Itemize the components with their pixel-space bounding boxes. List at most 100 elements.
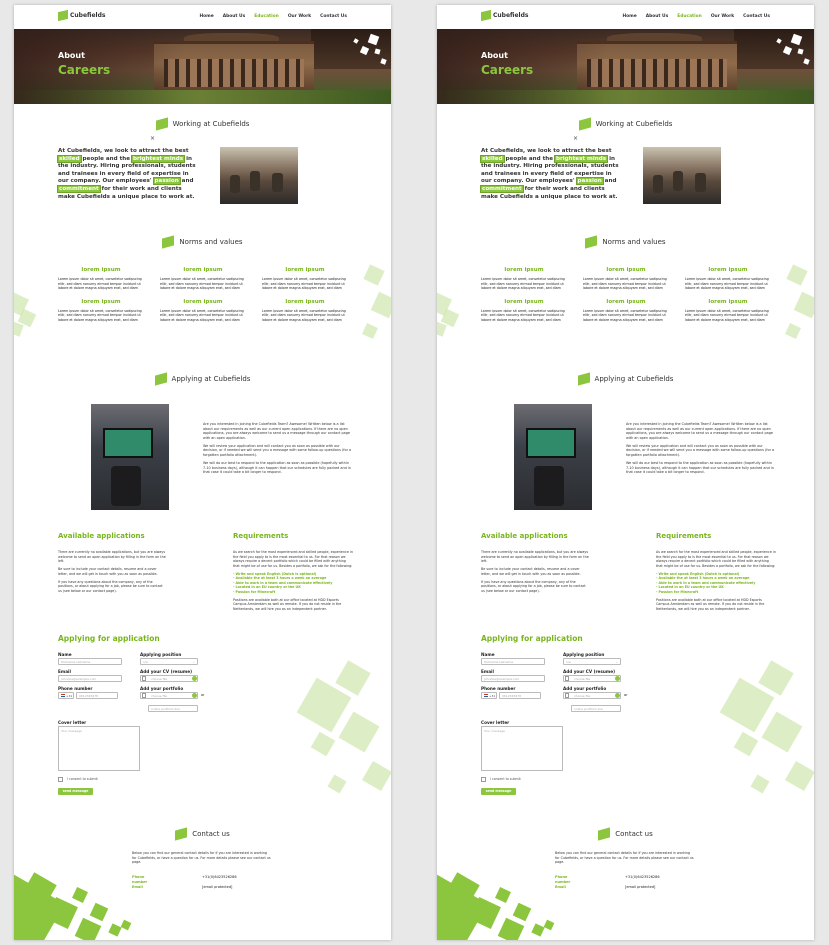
nav-about-us[interactable]: About Us xyxy=(223,14,246,19)
cube-icon xyxy=(162,235,175,249)
requirements-title: Requirements xyxy=(656,532,712,540)
navbar: Cubefields Home About Us Education Our W… xyxy=(437,5,814,29)
norms-title: Norms and values xyxy=(437,235,814,249)
cube-icon xyxy=(155,117,168,131)
position-select[interactable]: n/a ⌄ xyxy=(563,658,621,665)
cube-icon xyxy=(577,372,590,386)
phone-value[interactable]: +31(0)6423526286 xyxy=(202,875,237,885)
requirements-title: Requirements xyxy=(233,532,289,540)
cv-file-input[interactable]: choose file xyxy=(563,675,621,682)
cube-icon xyxy=(154,372,167,386)
phone-input[interactable]: 0612345678 xyxy=(76,692,118,699)
portfolio-label: Add your portfolio xyxy=(563,686,607,691)
name-input[interactable]: firstname lastname xyxy=(481,658,545,665)
cover-letter-textarea[interactable]: Your message xyxy=(481,726,563,771)
cover-letter-label: Cover letter xyxy=(481,720,510,725)
name-label: Name xyxy=(58,652,72,657)
email-label: Email xyxy=(58,669,71,674)
file-icon xyxy=(142,676,146,681)
norm-card: lorem ipsum Lorem ipsum dolor sit amet, c… xyxy=(58,267,142,291)
nav-our-work[interactable]: Our Work xyxy=(711,14,734,19)
close-icon[interactable]: × xyxy=(150,135,155,142)
working-title: Working at Cubefields xyxy=(14,117,391,131)
cv-file-input[interactable]: choose file xyxy=(140,675,198,682)
navbar: Cubefields Home About Us Education Our W… xyxy=(14,5,391,29)
form-title: Applying for application xyxy=(481,634,583,643)
applying-text: Are you interested in joining the Cubefi… xyxy=(203,422,352,475)
hero-subtitle: Careers xyxy=(58,63,111,77)
email-value[interactable]: [email protected] xyxy=(625,885,655,890)
gaming-setup-photo xyxy=(91,404,169,510)
hero-title: About xyxy=(58,51,85,60)
contact-details: Phone number +31(0)6423526286 Email [email… xyxy=(555,875,660,890)
cube-icon xyxy=(578,117,591,131)
office-photo xyxy=(643,147,721,204)
requirements-text: As we search for the most experienced an… xyxy=(233,550,353,611)
available-title: Available applications xyxy=(58,532,145,540)
nav-education[interactable]: Education xyxy=(254,14,279,19)
file-icon xyxy=(565,693,569,698)
logo[interactable]: Cubefields xyxy=(58,9,105,22)
norm-card: lorem ipsum Lorem ipsum dolor sit amet, c… xyxy=(481,298,565,322)
cover-letter-textarea[interactable]: Your message xyxy=(58,726,140,771)
email-input[interactable]: johndoe@example.com xyxy=(481,675,545,682)
position-label: Applying position xyxy=(140,652,182,657)
file-icon xyxy=(142,693,146,698)
norm-card: lorem ipsum Lorem ipsum dolor sit amet, c… xyxy=(58,298,142,322)
consent-checkbox[interactable] xyxy=(58,777,63,782)
phone-value[interactable]: +31(0)6423526286 xyxy=(625,875,660,885)
portfolio-link-input[interactable]: online portfolio link xyxy=(148,705,198,712)
consent-label: I consent to submit xyxy=(490,777,521,781)
country-code-select[interactable]: +31 xyxy=(481,692,497,699)
chevron-down-icon: ⌄ xyxy=(615,660,618,664)
intro-text: At Cubefields, we look to attract the be… xyxy=(57,148,196,200)
close-icon[interactable]: × xyxy=(573,135,578,142)
email-label: Email xyxy=(481,669,494,674)
norm-card: lorem ipsum Lorem ipsum dolor sit amet, c… xyxy=(160,267,244,291)
norm-card: lorem ipsum Lorem ipsum dolor sit amet, c… xyxy=(685,267,769,291)
email-value[interactable]: [email protected] xyxy=(202,885,232,890)
page-panel-left: Cubefields Home About Us Education Our W… xyxy=(14,5,391,940)
norm-card: lorem ipsum Lorem ipsum dolor sit amet, c… xyxy=(481,267,565,291)
email-input[interactable]: johndoe@example.com xyxy=(58,675,122,682)
norm-card: lorem ipsum Lorem ipsum dolor sit amet, c… xyxy=(262,267,346,291)
nav-home[interactable]: Home xyxy=(199,14,213,19)
or-label: or xyxy=(201,693,205,697)
logo[interactable]: Cubefields xyxy=(481,9,528,22)
name-label: Name xyxy=(481,652,495,657)
form-title: Applying for application xyxy=(58,634,160,643)
nav-education[interactable]: Education xyxy=(677,14,702,19)
send-message-button[interactable]: send message xyxy=(481,788,516,795)
portfolio-file-input[interactable]: choose file xyxy=(563,692,621,699)
cover-letter-label: Cover letter xyxy=(58,720,87,725)
nav-contact-us[interactable]: Contact Us xyxy=(743,14,770,19)
send-message-button[interactable]: send message xyxy=(58,788,93,795)
position-select[interactable]: n/a ⌄ xyxy=(140,658,198,665)
country-code-select[interactable]: +31 xyxy=(58,692,74,699)
check-icon xyxy=(192,693,197,698)
phone-label: Phone number xyxy=(481,686,516,691)
name-input[interactable]: firstname lastname xyxy=(58,658,122,665)
office-photo xyxy=(220,147,298,204)
hero-banner: About Careers xyxy=(437,29,814,104)
file-icon xyxy=(565,676,569,681)
nav-contact-us[interactable]: Contact Us xyxy=(320,14,347,19)
or-label: or xyxy=(624,693,628,697)
available-text: There are currently no available applica… xyxy=(481,550,589,593)
norms-grid: lorem ipsum Lorem ipsum dolor sit amet, c… xyxy=(58,267,348,323)
contact-text: Below you can find our general contact d… xyxy=(132,851,271,864)
nav-about-us[interactable]: About Us xyxy=(646,14,669,19)
cv-label: Add your CV (resume) xyxy=(563,669,615,674)
contact-details: Phone number +31(0)6423526286 Email [email… xyxy=(132,875,237,890)
norms-title: Norms and values xyxy=(14,235,391,249)
nav-home[interactable]: Home xyxy=(622,14,636,19)
position-label: Applying position xyxy=(563,652,605,657)
phone-input[interactable]: 0612345678 xyxy=(499,692,541,699)
working-title: Working at Cubefields xyxy=(437,117,814,131)
phone-label: Phone number xyxy=(58,686,93,691)
nav-our-work[interactable]: Our Work xyxy=(288,14,311,19)
portfolio-file-input[interactable]: choose file xyxy=(140,692,198,699)
hero-subtitle: Careers xyxy=(481,63,534,77)
consent-checkbox[interactable] xyxy=(481,777,486,782)
portfolio-link-input[interactable]: online portfolio link xyxy=(571,705,621,712)
